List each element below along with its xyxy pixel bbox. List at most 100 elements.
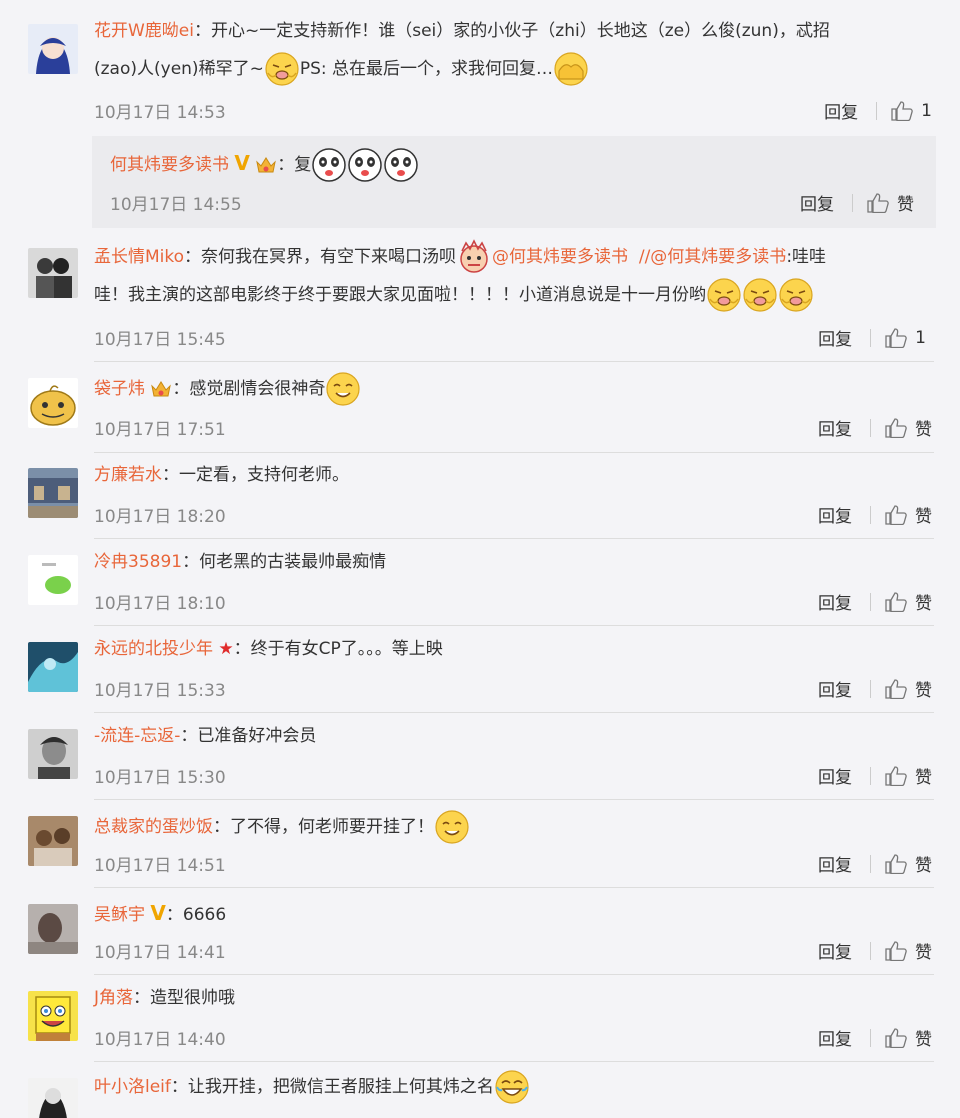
comment-username[interactable]: 叶小洛leif [94, 1077, 171, 1097]
divider [94, 712, 934, 713]
comment-body: 冷冉35891：何老黑的古装最帅最痴情 [94, 552, 387, 572]
divider [94, 1061, 934, 1062]
avatar[interactable] [28, 642, 78, 692]
comment-username[interactable]: 孟长情Miko [94, 247, 184, 267]
panda-emoji-icon [347, 147, 383, 183]
avatar[interactable] [28, 24, 78, 74]
comment-text: 让我开挂，把微信王者服挂上何其炜之名 [187, 1077, 494, 1097]
comment-body: 叶小洛leif：让我开挂，把微信王者服挂上何其炜之名 [94, 1068, 930, 1106]
like-button[interactable]: 赞 [915, 589, 932, 614]
thumbs-up-icon[interactable] [885, 1028, 907, 1048]
comment-actions: 回复 赞 [818, 1025, 932, 1050]
avatar[interactable] [28, 1078, 78, 1118]
comment-username[interactable]: 吴稣宇 [94, 905, 145, 925]
thumbs-up-icon[interactable] [891, 101, 913, 121]
reply-button[interactable]: 回复 [800, 190, 834, 215]
avatar[interactable] [28, 729, 78, 779]
comment-actions: 回复 赞 [818, 763, 932, 788]
like-button[interactable]: 赞 [915, 938, 932, 963]
thumbs-up-icon[interactable] [885, 328, 907, 348]
comment-username[interactable]: J角落 [94, 988, 133, 1008]
comment-actions: 回复 赞 [818, 676, 932, 701]
like-button[interactable]: 赞 [915, 1025, 932, 1050]
thumbs-up-icon[interactable] [885, 418, 907, 438]
reply-button[interactable]: 回复 [818, 763, 852, 788]
comment-time: 10月17日 14:51 [94, 856, 226, 876]
comment-body: 方廉若水：一定看，支持何老师。 [94, 465, 349, 485]
comment-text: 开心~一定支持新作！谁（sei）家的小伙子（zhi）长地这（ze）么俊(zun)… [211, 21, 830, 41]
reply-button[interactable]: 回复 [818, 676, 852, 701]
thumbs-up-icon[interactable] [885, 592, 907, 612]
divider [94, 887, 934, 888]
like-button[interactable]: 赞 [915, 851, 932, 876]
comment-body: J角落：造型很帅哦 [94, 988, 236, 1008]
comment-time: 10月17日 14:40 [94, 1030, 226, 1050]
reply-button[interactable]: 回复 [818, 502, 852, 527]
comment-username[interactable]: 总裁家的蛋炒饭 [94, 817, 213, 837]
reply-button[interactable]: 回复 [818, 938, 852, 963]
comment-time: 10月17日 18:10 [94, 594, 226, 614]
like-button[interactable]: 赞 [915, 676, 932, 701]
reply-button[interactable]: 回复 [824, 98, 858, 123]
mention-link[interactable]: //@何其炜要多读书 [639, 247, 786, 267]
comment-text: 复 [294, 155, 312, 175]
panda-emoji-icon [311, 147, 347, 183]
comment-username[interactable]: 冷冉35891 [94, 552, 182, 572]
comment-username[interactable]: 袋子炜 [94, 379, 145, 399]
reply-button[interactable]: 回复 [818, 589, 852, 614]
comment-username[interactable]: -流连-忘返- [94, 726, 180, 746]
comment-text: 终于有女CP了。。。等上映 [250, 639, 443, 659]
thumbs-up-icon[interactable] [885, 505, 907, 525]
comment-username[interactable]: 方廉若水 [94, 465, 162, 485]
like-count[interactable]: 1 [921, 101, 932, 121]
comment-text: 奈何我在冥界，有空下来喝口汤呗 [201, 247, 457, 267]
avatar[interactable] [28, 816, 78, 866]
thumbs-up-icon[interactable] [867, 193, 889, 213]
star-icon: ★ [218, 639, 234, 659]
comment-username[interactable]: 永远的北投少年 [94, 639, 213, 659]
divider [870, 328, 872, 347]
avatar[interactable] [28, 555, 78, 605]
divider [852, 193, 853, 212]
panda-emoji-icon [383, 147, 419, 183]
comment-time: 10月17日 15:45 [94, 330, 226, 350]
comment-username[interactable]: 何其炜要多读书 [110, 155, 229, 175]
divider [870, 592, 871, 611]
like-count[interactable]: 1 [915, 328, 926, 348]
avatar[interactable] [28, 378, 78, 428]
comment-username[interactable]: 花开W鹿呦ei [94, 21, 194, 41]
avatar[interactable] [28, 468, 78, 518]
divider [94, 538, 934, 539]
comment-text: PS: 总在最后一个，求我何回复… [299, 59, 553, 79]
divider [870, 941, 871, 960]
avatar-image [28, 642, 78, 692]
comment-actions: 回复 赞 [818, 502, 932, 527]
like-button[interactable]: 赞 [915, 415, 932, 440]
comment-body: 吴稣宇 V：6666 [94, 901, 227, 925]
verified-badge-icon: V [234, 151, 250, 175]
thumbs-up-icon[interactable] [885, 854, 907, 874]
avatar-image [28, 248, 78, 298]
reply-button[interactable]: 回复 [818, 415, 852, 440]
like-button[interactable]: 赞 [897, 190, 914, 215]
mention-link[interactable]: @何其炜要多读书 [492, 247, 628, 267]
thumbs-up-icon[interactable] [885, 941, 907, 961]
thumbs-up-icon[interactable] [885, 766, 907, 786]
avatar[interactable] [28, 991, 78, 1041]
avatar[interactable] [28, 904, 78, 954]
thumbs-up-icon[interactable] [885, 679, 907, 699]
money-eyes-emoji-icon [434, 809, 470, 845]
reply-button[interactable]: 回复 [818, 325, 852, 350]
reply-button[interactable]: 回复 [818, 851, 852, 876]
avatar[interactable] [28, 248, 78, 298]
comment-text: 何老黑的古装最帅最痴情 [199, 552, 387, 572]
divider [94, 361, 934, 362]
comment-text: 造型很帅哦 [150, 988, 236, 1008]
reply-button[interactable]: 回复 [818, 1025, 852, 1050]
shy-emoji-icon [706, 277, 742, 313]
comment-text: (zao)人(yen)稀罕了~ [94, 59, 264, 79]
shy-emoji-icon [778, 277, 814, 313]
like-button[interactable]: 赞 [915, 763, 932, 788]
comment-text: 已准备好冲会员 [197, 726, 317, 746]
like-button[interactable]: 赞 [915, 502, 932, 527]
